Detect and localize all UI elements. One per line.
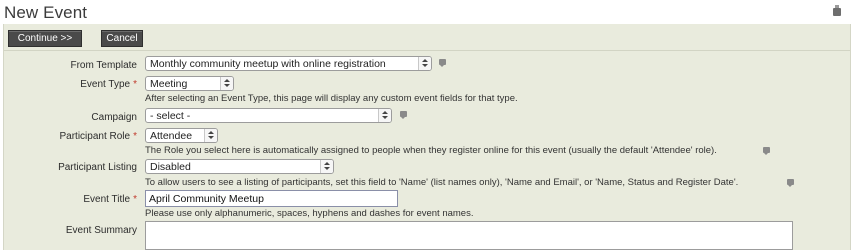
event-summary-label: Event Summary <box>65 225 137 236</box>
select-arrows-icon <box>378 109 391 122</box>
event-title-help-text: Please use only alphanumeric, spaces, hy… <box>145 208 474 219</box>
event-type-help-text: After selecting an Event Type, this page… <box>145 93 518 104</box>
event-summary-textarea[interactable] <box>145 221 793 250</box>
help-icon[interactable] <box>439 59 446 67</box>
participant-role-help-text: The Role you select here is automaticall… <box>145 145 717 156</box>
from-template-label: From Template <box>70 60 137 71</box>
participant-role-select[interactable]: Attendee <box>145 128 218 143</box>
event-type-label: Event Type * <box>80 79 137 90</box>
event-type-select[interactable]: Meeting <box>145 76 234 91</box>
from-template-select[interactable]: Monthly community meetup with online reg… <box>145 56 432 71</box>
help-icon[interactable] <box>787 179 794 187</box>
participant-listing-label: Participant Listing <box>58 162 137 173</box>
required-marker: * <box>133 131 137 142</box>
campaign-label: Campaign <box>91 112 137 123</box>
event-title-label: Event Title * <box>83 194 137 205</box>
help-icon[interactable] <box>400 111 407 119</box>
continue-button[interactable]: Continue >> <box>8 30 82 47</box>
participant-listing-select[interactable]: Disabled <box>145 159 334 174</box>
event-title-input[interactable] <box>145 190 398 207</box>
title-bar: New Event <box>0 0 853 24</box>
divider <box>4 50 850 51</box>
help-icon[interactable] <box>763 147 770 155</box>
select-arrows-icon <box>320 160 333 173</box>
required-marker: * <box>133 79 137 90</box>
participant-listing-help-text: To allow users to see a listing of parti… <box>145 177 739 188</box>
participant-role-label: Participant Role * <box>59 131 138 142</box>
select-arrows-icon <box>204 129 217 142</box>
form-panel: Continue >> Cancel From Template Monthly… <box>3 24 851 250</box>
select-arrows-icon <box>418 57 431 70</box>
select-arrows-icon <box>220 77 233 90</box>
campaign-select[interactable]: - select - <box>145 108 392 123</box>
required-marker: * <box>133 194 137 205</box>
cancel-button[interactable]: Cancel <box>101 30 143 47</box>
page-title: New Event <box>4 3 88 22</box>
print-icon[interactable] <box>833 5 841 16</box>
